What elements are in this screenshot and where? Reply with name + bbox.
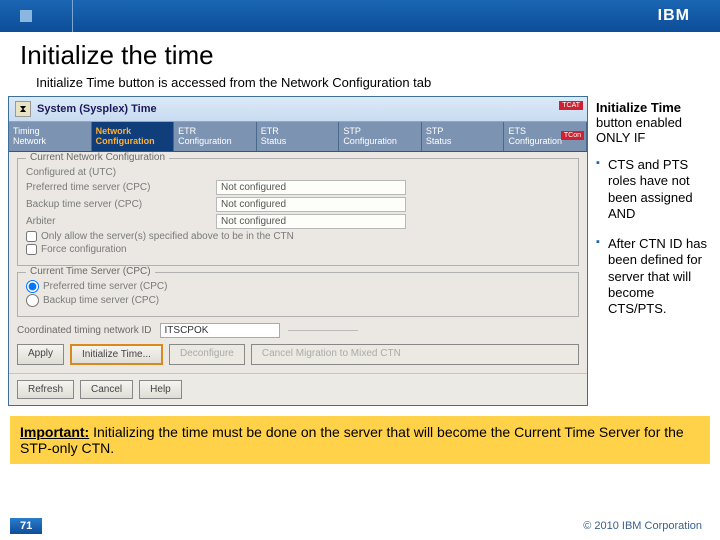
ctn-id-row: Coordinated timing network ID ITSCPOK [17, 323, 579, 338]
page-number: 71 [10, 518, 42, 534]
initialize-time-button[interactable]: Initialize Time... [70, 344, 163, 365]
val-backup[interactable]: Not configured [216, 197, 406, 212]
radio-preferred[interactable]: Preferred time server (CPC) [26, 280, 570, 293]
cancel-button[interactable]: Cancel [80, 380, 133, 399]
side-heading-3: ONLY IF [596, 130, 716, 145]
decor-separator [72, 0, 73, 32]
tab-stp-status[interactable]: STPStatus [422, 122, 505, 151]
refresh-button[interactable]: Refresh [17, 380, 74, 399]
window-icon: ⧗ [15, 101, 31, 117]
bottom-button-row: Refresh Cancel Help [9, 373, 587, 405]
slide-footer: 71 © 2010 IBM Corporation [0, 518, 720, 534]
side-bullet-2: After CTN ID has been defined for server… [596, 236, 716, 317]
tab-network-configuration[interactable]: NetworkConfiguration [92, 122, 175, 151]
lbl-backup: Backup time server (CPC) [26, 199, 216, 210]
tab-strip: TimingNetwork NetworkConfiguration ETRCo… [9, 122, 587, 152]
window-titlebar: ⧗ System (Sysplex) Time TCAT [9, 97, 587, 122]
tab-etr-status[interactable]: ETRStatus [257, 122, 340, 151]
window-title: System (Sysplex) Time [37, 103, 157, 115]
check-force[interactable]: Force configuration [26, 244, 570, 255]
tab-etr-configuration[interactable]: ETRConfiguration [174, 122, 257, 151]
ibm-logo: IBM [658, 7, 690, 25]
val-preferred[interactable]: Not configured [216, 180, 406, 195]
help-button[interactable]: Help [139, 380, 182, 399]
group-current-time-server: Current Time Server (CPC) Preferred time… [17, 272, 579, 317]
important-label: Important: [20, 424, 89, 440]
app-window: ⧗ System (Sysplex) Time TCAT TimingNetwo… [8, 96, 588, 406]
radio-backup-input[interactable] [26, 294, 39, 307]
radio-preferred-input[interactable] [26, 280, 39, 293]
action-button-row: Apply Initialize Time... Deconfigure Can… [17, 344, 579, 365]
side-heading-1: Initialize Time [596, 100, 716, 115]
slide-title: Initialize the time [0, 32, 720, 75]
checkbox-force[interactable] [26, 244, 37, 255]
tab-timing-network[interactable]: TimingNetwork [9, 122, 92, 151]
cancel-migration-button[interactable]: Cancel Migration to Mixed CTN [251, 344, 579, 365]
checkbox-only-allow[interactable] [26, 231, 37, 242]
side-notes: Initialize Time button enabled ONLY IF C… [588, 96, 718, 331]
side-heading-2: button enabled [596, 115, 716, 130]
important-callout: Important: Initializing the time must be… [10, 416, 710, 464]
badge-tcat: TCAT [559, 101, 583, 110]
group-current-network: Current Network Configuration Configured… [17, 158, 579, 266]
ctn-id-blank [288, 330, 358, 331]
lbl-preferred: Preferred time server (CPC) [26, 182, 216, 193]
slide-subtitle: Initialize Time button is accessed from … [0, 75, 720, 96]
copyright: © 2010 IBM Corporation [583, 520, 702, 532]
val-arbiter[interactable]: Not configured [216, 214, 406, 229]
important-text: Initializing the time must be done on th… [20, 424, 684, 456]
badge-tcon: TCon [561, 131, 584, 140]
ctn-id-label: Coordinated timing network ID [17, 325, 152, 336]
radio-backup[interactable]: Backup time server (CPC) [26, 294, 570, 307]
check-only-allow[interactable]: Only allow the server(s) specified above… [26, 231, 570, 242]
decor-block [20, 10, 32, 22]
side-bullet-1: CTS and PTS roles have not been assigned… [596, 157, 716, 222]
group-title-network: Current Network Configuration [26, 152, 169, 163]
lbl-arbiter: Arbiter [26, 216, 216, 227]
group-title-cts: Current Time Server (CPC) [26, 266, 155, 277]
ctn-id-field[interactable]: ITSCPOK [160, 323, 280, 338]
lbl-configured-at: Configured at (UTC) [26, 167, 216, 178]
slide-top-bar: IBM [0, 0, 720, 32]
panel-body: Current Network Configuration Configured… [9, 152, 587, 373]
apply-button[interactable]: Apply [17, 344, 64, 365]
tab-stp-configuration[interactable]: STPConfiguration [339, 122, 422, 151]
footer-line [52, 526, 573, 527]
deconfigure-button[interactable]: Deconfigure [169, 344, 245, 365]
